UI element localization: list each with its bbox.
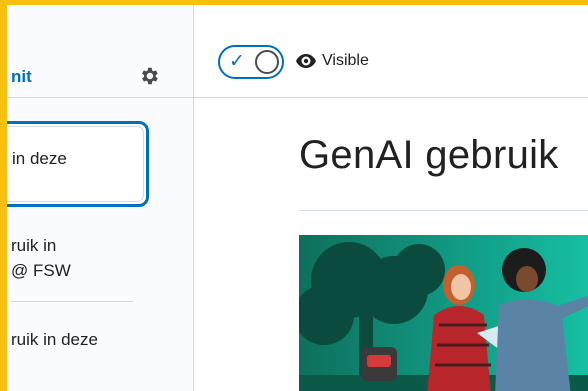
visibility-label: Visible (322, 52, 369, 69)
main-content: ✓ Visible GenAI gebruik (194, 5, 588, 391)
title-divider (299, 210, 588, 211)
sidebar-item-label: in deze (12, 149, 67, 168)
sidebar: nit in deze ruik in @ FSW ruik in deze (7, 5, 194, 391)
screen-frame: nit in deze ruik in @ FSW ruik in deze ✓ (0, 0, 588, 391)
content-toolbar: ✓ Visible (194, 5, 588, 98)
edit-link[interactable]: nit (11, 67, 32, 87)
check-icon: ✓ (229, 51, 245, 72)
visibility-toggle[interactable]: ✓ (218, 45, 284, 79)
sidebar-item-fsw[interactable]: ruik in @ FSW (11, 233, 156, 283)
toggle-knob (255, 50, 279, 74)
sidebar-item-label: ruik in deze (11, 330, 98, 349)
hero-image (299, 235, 588, 391)
sidebar-item-label-line1: ruik in (11, 236, 57, 255)
page-title: GenAI gebruik (299, 133, 559, 177)
eye-icon (296, 54, 316, 68)
sidebar-header: nit (7, 5, 193, 98)
sidebar-item-third[interactable]: ruik in deze (11, 327, 156, 352)
sidebar-item-selected[interactable]: in deze (7, 121, 149, 207)
gear-icon[interactable] (138, 65, 160, 87)
sidebar-divider (11, 301, 133, 302)
sidebar-item-label-line2: @ FSW (11, 261, 71, 280)
